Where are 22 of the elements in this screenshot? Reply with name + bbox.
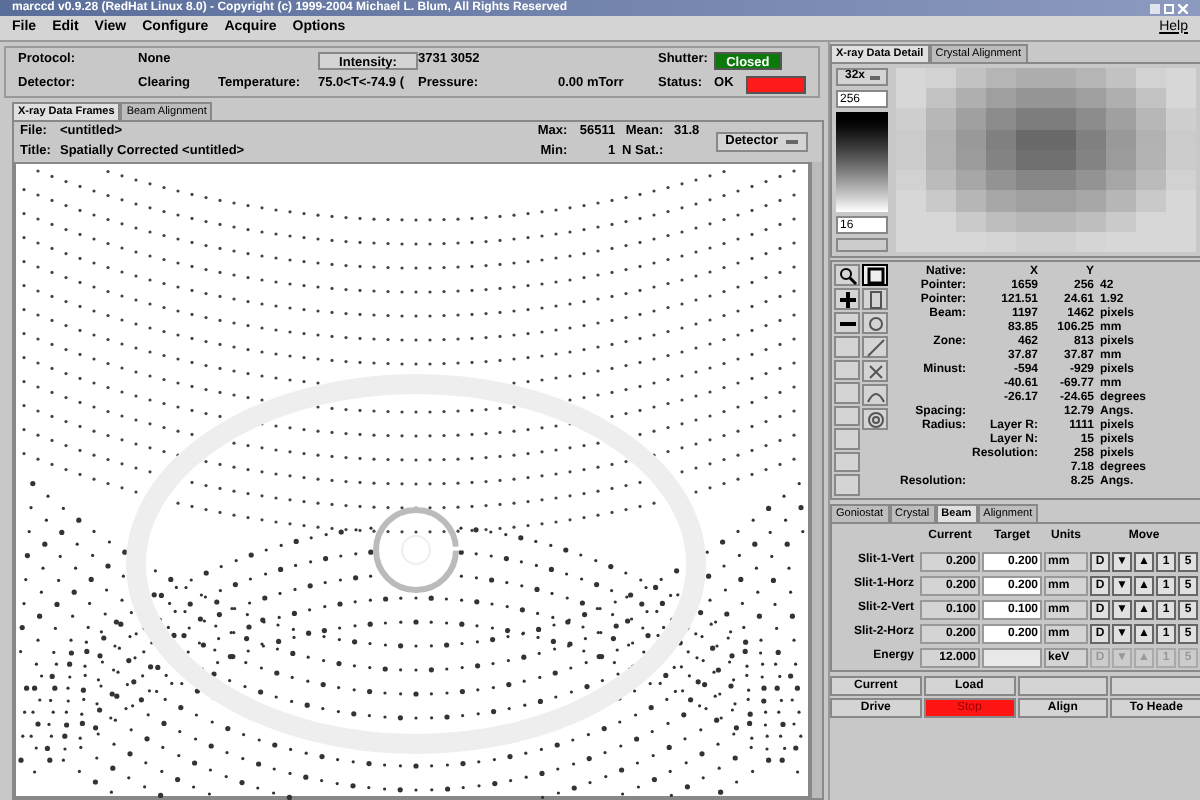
search-icon [837,265,857,285]
line-icon [865,337,885,357]
action-button[interactable] [1017,676,1109,696]
ring-icon [865,409,885,429]
minimize-icon[interactable] [1150,3,1160,13]
scrollbar[interactable] [810,162,822,798]
close-icon[interactable] [1178,3,1188,13]
maximize-icon[interactable] [1164,3,1174,13]
status-button[interactable] [745,75,806,93]
rectangle-icon [865,289,885,309]
plus-icon [837,289,857,309]
target-field[interactable] [982,647,1042,667]
scrollbar[interactable] [836,238,888,252]
tool-button[interactable] [834,264,860,286]
tool-button[interactable] [834,312,860,334]
action-button[interactable] [1110,676,1200,696]
square-icon [865,265,885,285]
tool-button[interactable] [862,264,888,286]
grayscale-bar [836,112,888,212]
circle-icon [865,313,885,333]
tool-button[interactable] [834,288,860,310]
cross-icon [865,361,885,381]
